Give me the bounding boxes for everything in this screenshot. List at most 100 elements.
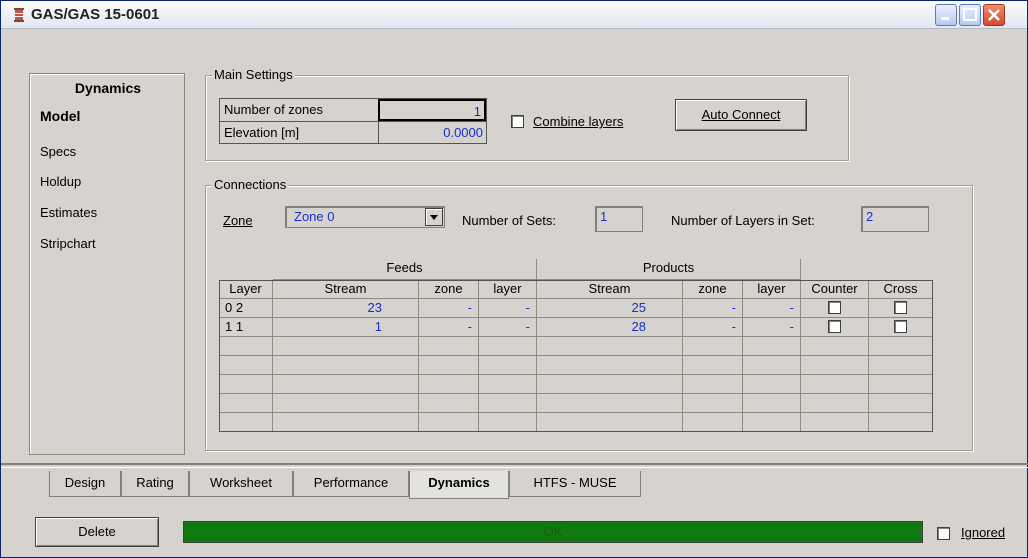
elevation-value: 0.0000 xyxy=(443,125,483,140)
empty-cell[interactable] xyxy=(479,375,537,394)
tab-dynamics[interactable]: Dynamics xyxy=(409,471,509,499)
table-cell[interactable]: - xyxy=(743,318,801,337)
empty-cell[interactable] xyxy=(869,356,933,375)
table-cell[interactable]: - xyxy=(479,318,537,337)
number-of-layers-field[interactable]: 2 xyxy=(861,206,929,232)
table-cell[interactable]: 28 xyxy=(537,318,683,337)
cross-checkbox[interactable] xyxy=(894,301,907,314)
number-of-layers-label: Number of Layers in Set: xyxy=(671,213,815,228)
app-icon xyxy=(14,8,24,22)
table-cell[interactable] xyxy=(801,318,869,337)
table-cell[interactable] xyxy=(869,299,933,318)
zone-select-value: Zone 0 xyxy=(294,209,335,224)
empty-cell[interactable] xyxy=(273,375,419,394)
ignored-checkbox[interactable] xyxy=(937,527,950,540)
table-cell[interactable]: - xyxy=(419,299,479,318)
minimize-button[interactable] xyxy=(935,4,957,26)
empty-cell[interactable] xyxy=(869,337,933,356)
delete-button[interactable]: Delete xyxy=(35,517,159,547)
tab-design[interactable]: Design xyxy=(49,471,121,497)
products-group-header: Products xyxy=(537,259,801,280)
empty-cell[interactable] xyxy=(537,337,683,356)
tab-worksheet[interactable]: Worksheet xyxy=(189,471,293,497)
empty-cell[interactable] xyxy=(801,337,869,356)
auto-connect-button[interactable]: Auto Connect xyxy=(675,99,807,131)
number-of-sets-field[interactable]: 1 xyxy=(595,206,643,232)
empty-cell[interactable] xyxy=(479,337,537,356)
empty-cell[interactable] xyxy=(273,394,419,413)
empty-cell[interactable] xyxy=(743,375,801,394)
column-header: Stream xyxy=(273,280,419,299)
connections-legend: Connections xyxy=(212,177,289,192)
empty-cell[interactable] xyxy=(801,356,869,375)
counter-checkbox[interactable] xyxy=(828,301,841,314)
empty-cell xyxy=(219,413,273,432)
empty-cell[interactable] xyxy=(479,356,537,375)
empty-cell[interactable] xyxy=(419,413,479,432)
empty-cell[interactable] xyxy=(743,394,801,413)
number-of-zones-input[interactable]: 1 xyxy=(378,99,486,121)
zone-dropdown-button[interactable] xyxy=(425,208,443,226)
column-header: zone xyxy=(683,280,743,299)
empty-cell[interactable] xyxy=(273,356,419,375)
empty-cell[interactable] xyxy=(479,394,537,413)
empty-cell[interactable] xyxy=(869,413,933,432)
table-cell[interactable]: - xyxy=(479,299,537,318)
empty-cell[interactable] xyxy=(537,413,683,432)
empty-cell[interactable] xyxy=(273,337,419,356)
table-cell[interactable]: - xyxy=(743,299,801,318)
empty-cell[interactable] xyxy=(537,375,683,394)
empty-cell[interactable] xyxy=(743,337,801,356)
nav-item-model[interactable]: Model xyxy=(40,108,80,124)
auto-connect-label: Auto Connect xyxy=(701,107,781,122)
combine-layers-checkbox[interactable] xyxy=(511,115,524,128)
cross-checkbox[interactable] xyxy=(894,320,907,333)
empty-cell[interactable] xyxy=(419,356,479,375)
empty-cell[interactable] xyxy=(683,375,743,394)
table-cell[interactable] xyxy=(869,318,933,337)
nav-item-specs[interactable]: Specs xyxy=(40,144,76,159)
combine-layers-label: Combine layers xyxy=(533,114,624,129)
empty-cell[interactable] xyxy=(801,394,869,413)
empty-cell[interactable] xyxy=(801,413,869,432)
empty-cell[interactable] xyxy=(419,394,479,413)
elevation-input[interactable]: 0.0000 xyxy=(378,122,486,144)
empty-cell[interactable] xyxy=(537,356,683,375)
nav-item-holdup[interactable]: Holdup xyxy=(40,174,81,189)
window-title: GAS/GAS 15-0601 xyxy=(31,6,160,23)
title-bar[interactable]: GAS/GAS 15-0601 xyxy=(1,1,1027,29)
empty-cell xyxy=(219,375,273,394)
tab-performance[interactable]: Performance xyxy=(293,471,409,497)
tab-rating[interactable]: Rating xyxy=(121,471,189,497)
empty-cell[interactable] xyxy=(743,413,801,432)
empty-cell[interactable] xyxy=(869,375,933,394)
table-cell: 1 1 xyxy=(219,318,273,337)
zone-select[interactable]: Zone 0 xyxy=(285,206,445,228)
table-cell[interactable]: - xyxy=(683,299,743,318)
close-button[interactable] xyxy=(983,4,1005,26)
table-cell[interactable] xyxy=(801,299,869,318)
empty-cell[interactable] xyxy=(537,394,683,413)
empty-cell[interactable] xyxy=(419,337,479,356)
main-settings-table: Number of zones 1 Elevation [m] 0.0000 xyxy=(219,98,487,144)
table-cell[interactable]: - xyxy=(419,318,479,337)
table-cell[interactable]: - xyxy=(683,318,743,337)
empty-cell[interactable] xyxy=(273,413,419,432)
empty-cell[interactable] xyxy=(683,413,743,432)
tab-htfs-muse[interactable]: HTFS - MUSE xyxy=(509,471,641,497)
table-cell[interactable]: 23 xyxy=(273,299,419,318)
maximize-button[interactable] xyxy=(959,4,981,26)
counter-checkbox[interactable] xyxy=(828,320,841,333)
table-cell[interactable]: 1 xyxy=(273,318,419,337)
empty-cell[interactable] xyxy=(683,394,743,413)
nav-item-estimates[interactable]: Estimates xyxy=(40,205,97,220)
empty-cell[interactable] xyxy=(801,375,869,394)
empty-cell[interactable] xyxy=(419,375,479,394)
empty-cell[interactable] xyxy=(869,394,933,413)
empty-cell[interactable] xyxy=(683,337,743,356)
empty-cell[interactable] xyxy=(683,356,743,375)
nav-item-stripchart[interactable]: Stripchart xyxy=(40,236,96,251)
empty-cell[interactable] xyxy=(743,356,801,375)
empty-cell[interactable] xyxy=(479,413,537,432)
table-cell[interactable]: 25 xyxy=(537,299,683,318)
